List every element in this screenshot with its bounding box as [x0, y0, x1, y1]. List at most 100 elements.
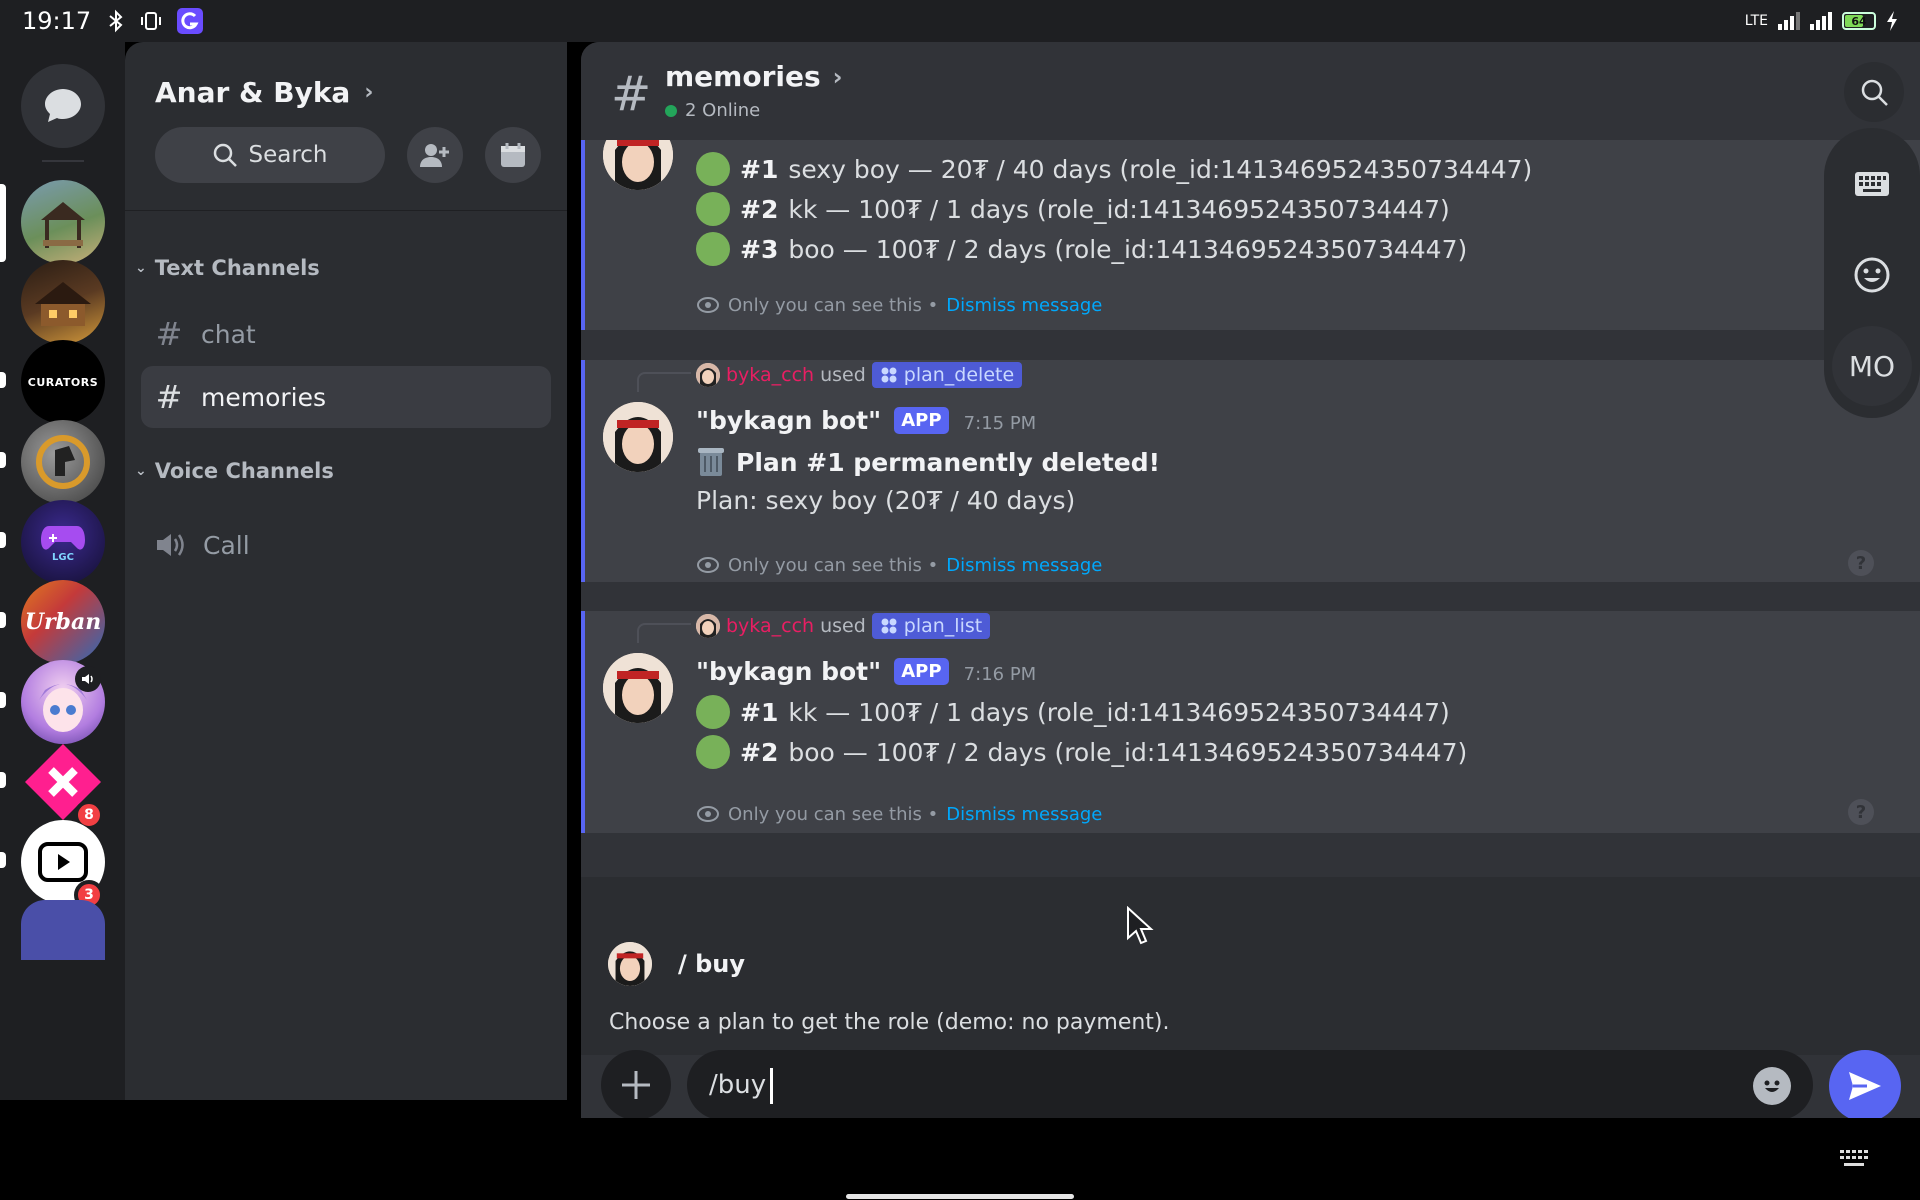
keyboard-switch-icon[interactable]: [1838, 1148, 1870, 1170]
charging-icon: [1887, 11, 1897, 31]
author-name[interactable]: "bykagn bot": [696, 657, 881, 686]
dismiss-message-link[interactable]: Dismiss message: [946, 804, 1102, 825]
sidebar-divider: [125, 210, 567, 211]
message-composer: [581, 1050, 1920, 1118]
app-badge: APP: [894, 658, 949, 685]
channel-chat[interactable]: # chat: [141, 303, 551, 365]
online-count: 2 Online: [685, 100, 761, 121]
text-caret: [770, 1068, 773, 1104]
channel-title[interactable]: memories ›: [665, 60, 843, 93]
plan-text: boo — 100₮ / 2 days (role_id:14134695243…: [788, 234, 1468, 264]
ephemeral-text: Only you can see this •: [728, 294, 939, 316]
send-button[interactable]: [1829, 1050, 1901, 1118]
bot-avatar-image: [603, 402, 673, 472]
plan-number: #2: [740, 194, 779, 224]
add-member-icon: [420, 144, 449, 167]
green-circle-icon: [696, 232, 730, 266]
speaker-icon: [82, 674, 93, 684]
message-title: Plan #1 permanently deleted!: [696, 446, 1160, 478]
command-name: plan_delete: [903, 364, 1015, 386]
bot-avatar-image: [603, 653, 673, 723]
chat-main: # memories › 2 Online #1 sexy boy — 20₮ …: [581, 42, 1920, 1118]
category-text-channels[interactable]: ⌄ Text Channels: [135, 256, 320, 280]
dismiss-message-link[interactable]: Dismiss message: [946, 295, 1102, 316]
channel-label: memories: [201, 382, 327, 412]
help-icon[interactable]: ?: [1848, 799, 1874, 825]
network-type: LTE: [1744, 13, 1768, 29]
unread-pill: [0, 532, 6, 548]
home-gesture-bar[interactable]: [846, 1194, 1074, 1199]
unread-pill: [0, 452, 6, 468]
plan-text: kk — 100₮ / 1 days (role_id:141346952435…: [788, 697, 1450, 727]
message-header: "bykagn bot" APP 7:16 PM: [696, 657, 1036, 686]
channel-title-text: memories: [665, 60, 821, 93]
chat-bubble-icon: [45, 89, 81, 122]
server-icon-gazebo[interactable]: [21, 180, 105, 264]
category-voice-channels[interactable]: ⌄ Voice Channels: [135, 459, 334, 483]
server-rail: CURATORS LGC Urban 8 3: [0, 42, 125, 1100]
status-right: LTE 64: [1745, 11, 1898, 31]
guild-header[interactable]: Anar & Byka ›: [155, 76, 373, 109]
reply-username[interactable]: byka_cch: [726, 615, 814, 637]
eye-icon: [697, 297, 719, 313]
unread-pill: [0, 852, 6, 868]
channel-memories[interactable]: # memories: [141, 366, 551, 428]
server-icon-lgc[interactable]: LGC: [21, 500, 105, 584]
emoji-button[interactable]: [1753, 1067, 1791, 1105]
invite-members-button[interactable]: [407, 127, 463, 183]
ephemeral-note: Only you can see this • Dismiss message: [696, 294, 1102, 316]
search-button[interactable]: Search: [155, 127, 385, 183]
user-avatar-small: [696, 614, 720, 638]
ephemeral-text: Only you can see this •: [728, 554, 939, 576]
attach-button[interactable]: [601, 1050, 671, 1118]
keyboard-button[interactable]: [1832, 144, 1912, 224]
emoji-panel-button[interactable]: [1832, 235, 1912, 315]
server-icon-curators[interactable]: CURATORS: [21, 340, 105, 424]
plan-text: kk — 100₮ / 1 days (role_id:141346952435…: [788, 194, 1450, 224]
timestamp: 7:15 PM: [963, 413, 1037, 434]
urban-label: Urban: [24, 609, 102, 635]
command-preview[interactable]: / buy Choose a plan to get the role (dem…: [581, 877, 1920, 1055]
author-name[interactable]: "bykagn bot": [696, 406, 881, 435]
floating-tools-panel: MO: [1824, 128, 1920, 418]
message-plan-list-1: #1 sexy boy — 20₮ / 40 days (role_id:141…: [581, 120, 1920, 330]
input-mode-button[interactable]: MO: [1832, 326, 1912, 406]
help-icon[interactable]: ?: [1848, 550, 1874, 576]
message-plan-delete: byka_cch used plan_delete "bykagn bot" A…: [581, 360, 1920, 582]
reply-username[interactable]: byka_cch: [726, 364, 814, 386]
hashtag-icon: #: [155, 315, 183, 353]
unread-pill: [0, 612, 6, 628]
server-icon-urban[interactable]: Urban: [21, 580, 105, 664]
chevron-right-icon: ›: [832, 62, 843, 91]
bot-avatar[interactable]: [603, 653, 673, 723]
play-icon: [38, 842, 88, 882]
search-icon: [1861, 79, 1888, 106]
voice-channel-call[interactable]: Call: [141, 514, 551, 576]
battery-icon: 64: [1842, 12, 1876, 30]
message-plan-list-2: byka_cch used plan_list "bykagn bot" APP…: [581, 611, 1920, 833]
header-search-button[interactable]: [1844, 62, 1904, 122]
bot-avatar[interactable]: [603, 402, 673, 472]
command-name: plan_list: [903, 615, 983, 637]
reply-spine: [637, 623, 691, 643]
events-button[interactable]: [485, 127, 541, 183]
house-image: [35, 282, 91, 326]
server-folder[interactable]: [21, 900, 105, 960]
server-icon-horse[interactable]: [21, 420, 105, 504]
channel-sidebar: Anar & Byka › Search ⌄ Text Channels # c…: [125, 42, 567, 1100]
command-pill[interactable]: plan_delete: [871, 362, 1023, 388]
command-reply-header: byka_cch used plan_list: [696, 613, 991, 639]
dismiss-message-link[interactable]: Dismiss message: [946, 555, 1102, 576]
ephemeral-note: Only you can see this • Dismiss message: [696, 803, 1102, 825]
app-notification-icon: [177, 8, 204, 34]
status-time: 19:17: [22, 7, 92, 35]
server-icon-house[interactable]: [21, 260, 105, 344]
app-command-icon: [881, 618, 897, 634]
battery-level: 64: [1851, 14, 1867, 28]
user-avatar-small: [696, 363, 720, 387]
plan-number: #3: [740, 234, 779, 264]
command-pill[interactable]: plan_list: [871, 613, 991, 639]
plan-line: #2 boo — 100₮ / 2 days (role_id:14134695…: [696, 735, 1467, 769]
message-input[interactable]: [709, 1050, 1709, 1118]
direct-messages-button[interactable]: [21, 64, 105, 148]
